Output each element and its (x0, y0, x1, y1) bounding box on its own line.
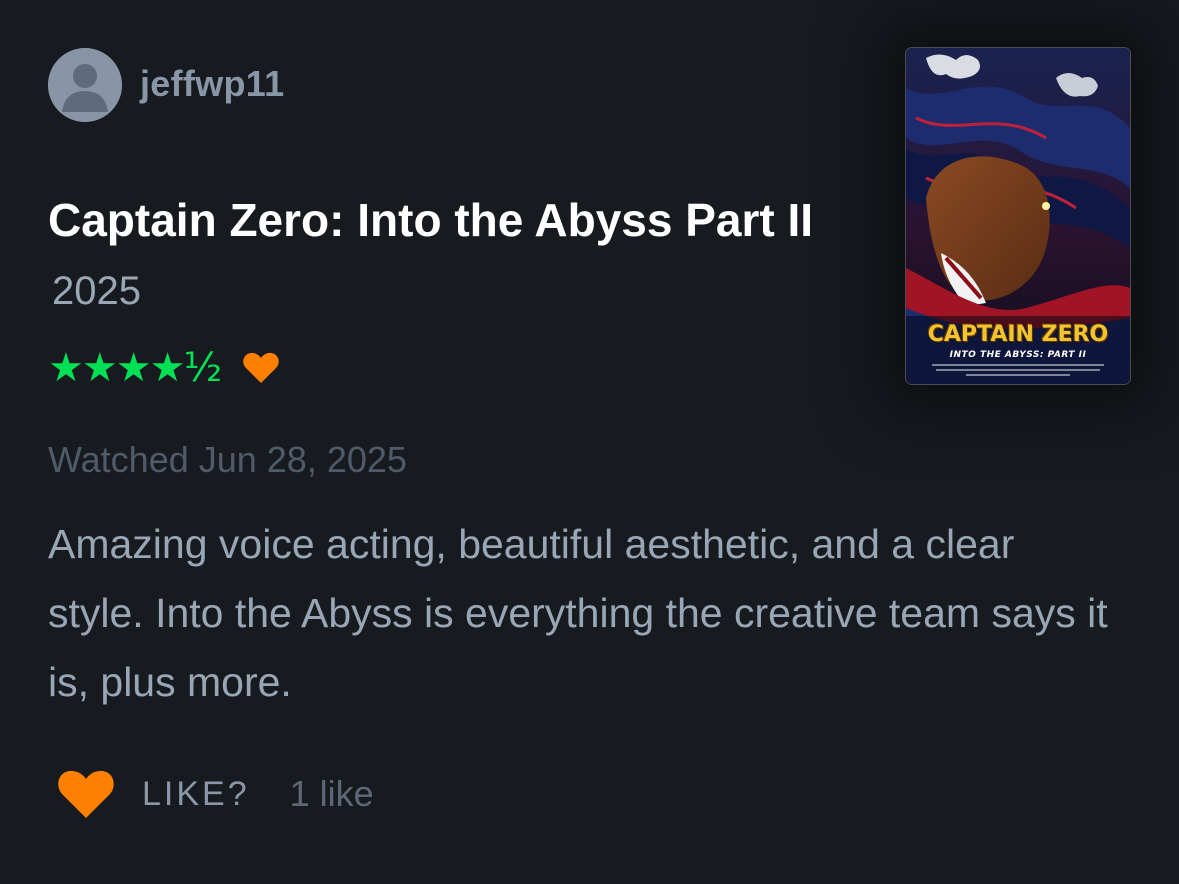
like-row: LIKE? 1 like (56, 766, 374, 822)
username[interactable]: jeffwp11 (140, 62, 284, 106)
poster-subtitle: INTO THE ABYSS: PART II (949, 350, 1087, 360)
film-title-block: Captain Zero: Into the Abyss Part II 202… (48, 186, 848, 325)
like-button[interactable]: LIKE? (142, 775, 250, 814)
heart-icon (243, 352, 279, 383)
like-count[interactable]: 1 like (290, 773, 374, 815)
avatar[interactable] (48, 48, 122, 122)
film-title[interactable]: Captain Zero: Into the Abyss Part II (48, 194, 813, 246)
review-text: Amazing voice acting, beautiful aestheti… (48, 521, 1108, 705)
user-avatar-icon (48, 48, 122, 122)
review-card: jeffwp11 Captain Zero: Into the Abyss Pa… (0, 0, 1179, 884)
film-year[interactable]: 2025 (52, 269, 141, 313)
film-poster[interactable]: CAPTAIN ZERO INTO THE ABYSS: PART II (906, 48, 1130, 384)
poster-title: CAPTAIN ZERO (927, 322, 1109, 347)
watched-date: Watched Jun 28, 2025 (48, 439, 407, 480)
like-heart-icon[interactable] (56, 768, 116, 820)
star-rating: ★★★★½ (48, 345, 222, 391)
rating-row: ★★★★½ (48, 346, 280, 390)
